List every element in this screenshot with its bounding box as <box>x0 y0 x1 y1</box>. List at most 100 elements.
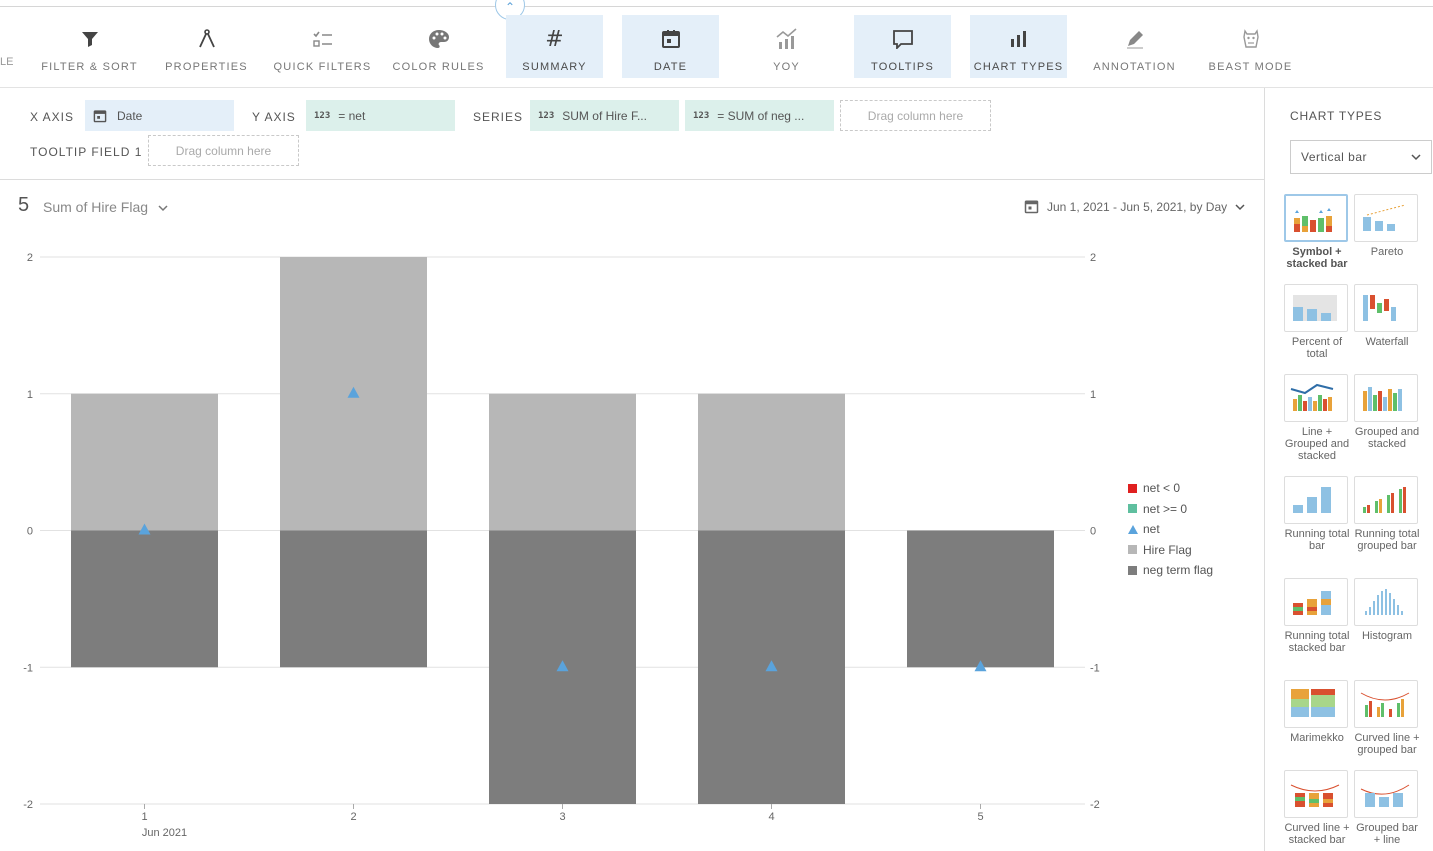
legend-label: net < 0 <box>1143 481 1181 496</box>
y-tick-label-right: 1 <box>1090 389 1096 401</box>
chart-type-thumbnail-icon <box>1354 578 1418 626</box>
bar-hire-flag <box>698 393 845 531</box>
filter-sort-button[interactable]: FILTER & SORT <box>41 15 138 78</box>
chart-type-option[interactable]: Symbol + stacked bar <box>1284 194 1350 270</box>
y-axis-label: Y AXIS <box>252 110 296 124</box>
chart-type-option[interactable]: Grouped and stacked <box>1354 374 1420 450</box>
series-field-1[interactable]: 123 SUM of Hire F... <box>530 100 679 131</box>
series-drop-zone[interactable]: Drag column here <box>840 100 991 131</box>
tooltips-button[interactable]: TOOLTIPS <box>854 15 951 78</box>
chart-type-option[interactable]: Curved line + stacked bar <box>1284 770 1350 846</box>
numeric-type-icon: 123 <box>314 110 331 121</box>
calendar-icon <box>93 109 107 123</box>
chevron-down-icon <box>1235 200 1245 214</box>
bar-hire-flag <box>71 393 218 531</box>
chart-type-option[interactable]: Percent of total <box>1284 284 1350 360</box>
yoy-chart-icon <box>775 27 799 51</box>
legend-swatch <box>1128 565 1137 575</box>
tooltips-label: TOOLTIPS <box>871 61 934 73</box>
chart-type-thumbnail-icon <box>1354 284 1418 332</box>
chart-type-name: Curved line + stacked bar <box>1284 822 1350 846</box>
chart-type-option[interactable]: Curved line + grouped bar <box>1354 680 1420 756</box>
chart-type-thumbnail-icon <box>1284 194 1348 242</box>
metric-label: Sum of Hire Flag <box>43 199 149 215</box>
summary-label: SUMMARY <box>522 61 587 73</box>
series-field-2[interactable]: 123 = SUM of neg ... <box>685 100 834 131</box>
annotation-button[interactable]: ANNOTATION <box>1086 15 1183 78</box>
chart-type-option[interactable]: Running total grouped bar <box>1354 476 1420 552</box>
chart-type-option[interactable]: Histogram <box>1354 578 1420 642</box>
date-button[interactable]: DATE <box>622 15 719 78</box>
hash-icon: # <box>545 26 564 52</box>
chart-type-option[interactable]: Grouped bar + line <box>1354 770 1420 846</box>
chart-type-name: Percent of total <box>1291 336 1343 360</box>
chart-type-option[interactable]: Line + Grouped and stacked <box>1284 374 1350 462</box>
calendar-icon <box>1024 199 1039 214</box>
y-axis-field[interactable]: 123 = net <box>306 100 455 131</box>
legend-item[interactable]: Hire Flag <box>1128 540 1213 561</box>
chart-type-name: Running total stacked bar <box>1284 630 1350 654</box>
chart-type-thumbnail-icon <box>1354 476 1418 524</box>
legend-item[interactable]: net <box>1128 519 1213 540</box>
palette-icon <box>428 27 450 51</box>
speech-bubble-icon <box>892 27 914 51</box>
chart-type-option[interactable]: Running total bar <box>1284 476 1350 552</box>
bar-neg-term-flag <box>280 530 427 668</box>
legend-label: Hire Flag <box>1143 542 1192 557</box>
chart-type-thumbnail-icon <box>1354 770 1418 818</box>
pencil-icon <box>1124 27 1146 51</box>
chart-type-select[interactable]: Vertical bar <box>1290 140 1432 174</box>
chart-type-option[interactable]: Waterfall <box>1354 284 1420 348</box>
x-tick-label: 4 <box>768 811 774 823</box>
quick-filters-button[interactable]: QUICK FILTERS <box>274 15 371 78</box>
beast-mode-label: BEAST MODE <box>1208 61 1293 73</box>
chart-type-name: Waterfall <box>1365 336 1409 348</box>
chart-type-option[interactable]: Pareto <box>1354 194 1420 258</box>
y-tick-label-right: 2 <box>1090 252 1096 264</box>
bar-chart-icon <box>1009 27 1029 51</box>
chart-type-thumbnail-icon <box>1284 476 1348 524</box>
summary-button[interactable]: # SUMMARY <box>506 15 603 78</box>
legend-item[interactable]: net < 0 <box>1128 478 1213 499</box>
metric-selector[interactable]: Sum of Hire Flag <box>43 199 168 215</box>
chart-types-panel: CHART TYPES Vertical bar Symbol + stacke… <box>1264 88 1433 851</box>
x-axis-label: X AXIS <box>30 110 75 124</box>
chart-type-name: Running total bar <box>1284 528 1350 552</box>
chart-type-option[interactable]: Marimekko <box>1284 680 1350 744</box>
chart-type-thumbnail-icon <box>1284 284 1348 332</box>
y-tick-label-left: 0 <box>27 526 33 538</box>
chevron-down-icon <box>158 199 168 215</box>
chart-type-option[interactable]: Running total stacked bar <box>1284 578 1350 654</box>
compass-icon <box>197 27 217 51</box>
x-axis-field-value: Date <box>117 108 143 123</box>
legend-swatch <box>1128 545 1137 555</box>
chart-types-button[interactable]: CHART TYPES <box>970 15 1067 78</box>
toolbar-divider <box>0 6 1433 7</box>
tooltip-drop-zone[interactable]: Drag column here <box>148 135 299 166</box>
chart-type-thumbnail-icon <box>1284 374 1348 422</box>
chart-type-name: Grouped bar + line <box>1356 822 1418 846</box>
color-rules-button[interactable]: COLOR RULES <box>390 15 487 78</box>
chart-type-name: Symbol + stacked bar <box>1286 246 1348 270</box>
chart-type-name: Curved line + grouped bar <box>1354 732 1420 756</box>
legend-item[interactable]: net >= 0 <box>1128 499 1213 520</box>
chart-header: 5 Sum of Hire Flag Jun 1, 2021 - Jun 5, … <box>0 180 1264 230</box>
beast-mode-button[interactable]: BEAST MODE <box>1202 15 1299 78</box>
truncated-toolbar-label[interactable]: LE <box>0 56 13 68</box>
y-tick-label-right: -2 <box>1090 799 1100 811</box>
yoy-button[interactable]: YOY <box>738 15 835 78</box>
toolbar: ⌃ LE FILTER & SORT PROPERTIES QUICK FILT… <box>0 0 1433 88</box>
y-tick-label-left: -1 <box>23 662 33 674</box>
bar-neg-term-flag <box>907 530 1054 668</box>
properties-button[interactable]: PROPERTIES <box>158 15 255 78</box>
legend-item[interactable]: neg term flag <box>1128 560 1213 581</box>
panel-title: CHART TYPES <box>1290 109 1383 123</box>
y-tick-label-right: 0 <box>1090 526 1096 538</box>
date-range-selector[interactable]: Jun 1, 2021 - Jun 5, 2021, by Day <box>1024 199 1245 214</box>
series-field-2-value: = SUM of neg ... <box>717 108 805 123</box>
x-axis-field[interactable]: Date <box>85 100 234 131</box>
chart-type-name: Running total grouped bar <box>1354 528 1420 552</box>
chart-area: 2 2 1 1 0 0 -1 -1 -2 -2 1 2 3 4 5 Jun 2021 <box>0 235 1264 851</box>
color-rules-label: COLOR RULES <box>392 61 485 73</box>
legend-label: net <box>1143 522 1160 537</box>
